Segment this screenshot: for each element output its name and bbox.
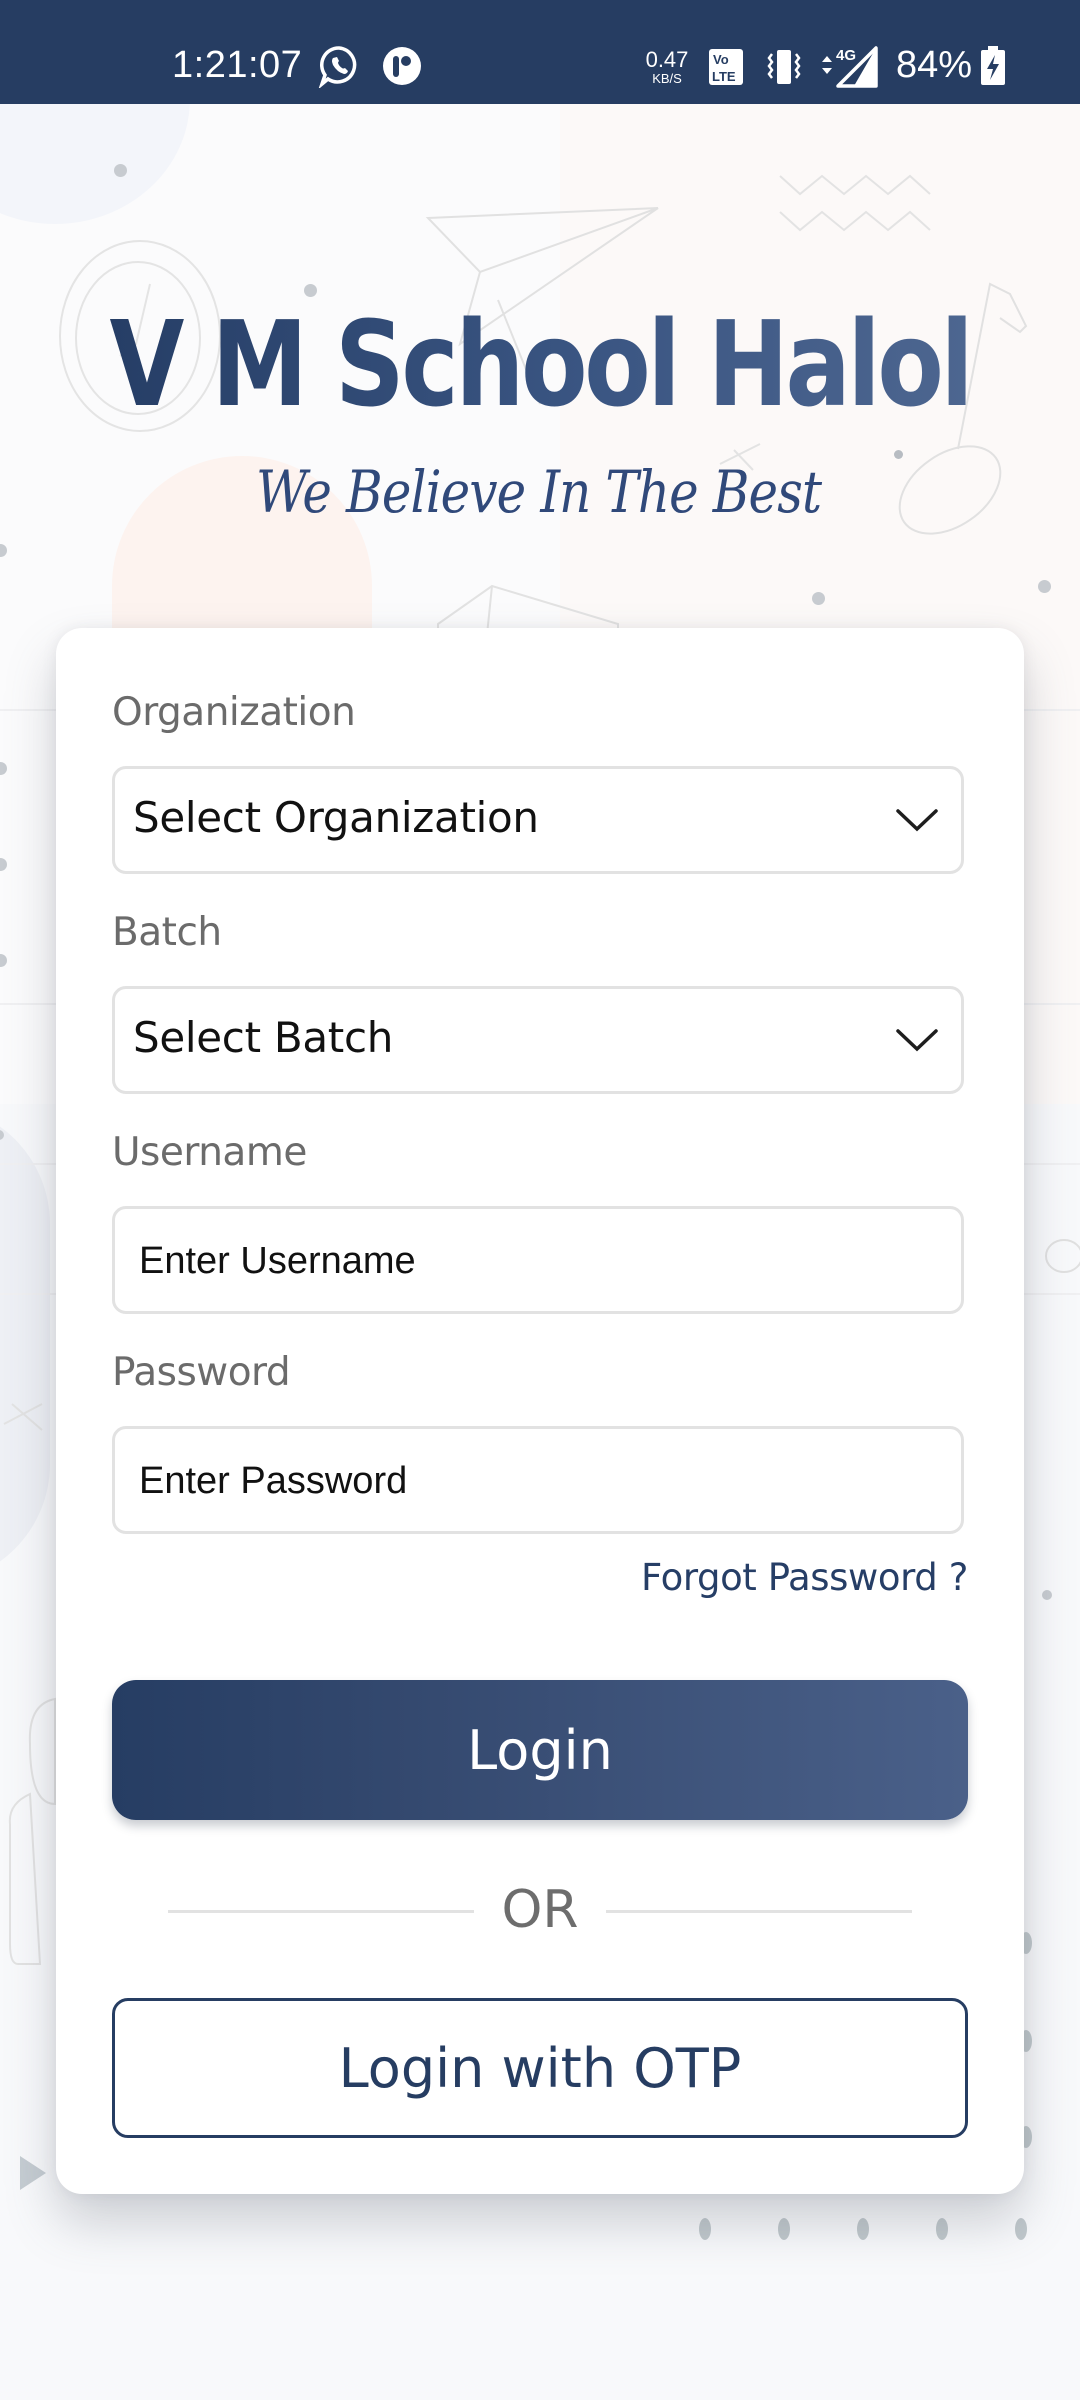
- bg-dot: [812, 592, 825, 605]
- login-card: Organization Select Organization Batch S…: [56, 628, 1024, 2194]
- school-name: V M School Halol: [97, 305, 983, 423]
- batch-select-value: Select Batch: [133, 1013, 394, 1062]
- network-type-label: 4G: [836, 47, 856, 64]
- bg-dot: [1038, 580, 1051, 593]
- volte-icon: Vo LTE: [708, 48, 744, 91]
- bg-dot: [114, 164, 127, 177]
- username-label: Username: [112, 1130, 307, 1175]
- login-button[interactable]: Login: [112, 1680, 968, 1820]
- batch-select[interactable]: Select Batch: [112, 986, 964, 1094]
- password-field[interactable]: [112, 1426, 964, 1534]
- network-speed-value: 0.47: [645, 47, 689, 72]
- app-notification-icon: [382, 46, 422, 91]
- forgot-password-link[interactable]: Forgot Password ?: [641, 1556, 968, 1599]
- svg-text:Vo: Vo: [713, 52, 729, 67]
- bg-dot: [699, 2218, 711, 2240]
- status-time: 1:21:07: [172, 44, 303, 86]
- organization-select-value: Select Organization: [133, 793, 539, 842]
- bg-dot: [857, 2218, 869, 2240]
- batch-label: Batch: [112, 910, 222, 955]
- network-speed-unit: KB/S: [652, 71, 682, 86]
- password-label: Password: [112, 1350, 291, 1395]
- organization-select[interactable]: Select Organization: [112, 766, 964, 874]
- school-name-text: V M School Halol: [109, 295, 974, 433]
- ring-doodle-icon: [1045, 1239, 1080, 1273]
- network-speed: 0.47 KB/S: [644, 47, 690, 86]
- bg-dot: [936, 2218, 948, 2240]
- vibrate-icon: [764, 48, 804, 91]
- divider-line-right: [606, 1910, 912, 1913]
- zigzag-doodle-icon: [779, 174, 931, 232]
- bg-dot: [1042, 1590, 1052, 1600]
- chevron-down-icon: [896, 1029, 938, 1052]
- status-bar: 1:21:07 0.47 KB/S Vo LTE 4G 84%: [0, 0, 1080, 104]
- login-with-otp-button[interactable]: Login with OTP: [112, 1998, 968, 2138]
- password-input[interactable]: [139, 1460, 919, 1503]
- username-field[interactable]: [112, 1206, 964, 1314]
- play-triangle-doodle-icon: [20, 2156, 46, 2190]
- chevron-down-icon: [896, 809, 938, 832]
- phone-doodle-icon: [8, 1697, 56, 1965]
- organization-label: Organization: [112, 690, 356, 735]
- or-divider: OR: [168, 1880, 968, 1940]
- whatsapp-icon: [318, 44, 360, 93]
- svg-text:LTE: LTE: [712, 69, 736, 84]
- username-input[interactable]: [139, 1240, 919, 1283]
- bg-dot: [1015, 2218, 1027, 2240]
- battery-percent: 84%: [896, 44, 973, 86]
- 4g-signal-icon: 4G: [818, 44, 882, 93]
- bg-dot: [778, 2218, 790, 2240]
- school-tagline: We Believe In The Best: [256, 458, 822, 526]
- battery-charging-icon: [980, 46, 1006, 91]
